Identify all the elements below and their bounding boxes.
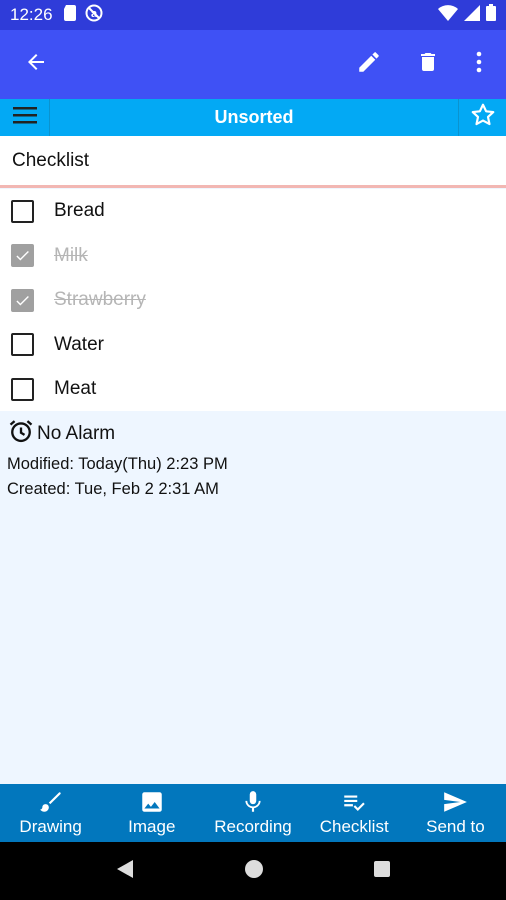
image-button[interactable]: Image — [101, 784, 202, 842]
checklist-item-label: Water — [54, 333, 104, 355]
alarm-clock-icon — [7, 417, 35, 451]
delete-trash-icon — [416, 49, 440, 80]
created-date: Created: Tue, Feb 2 2:31 AM — [7, 480, 219, 498]
checklist-item-label: Strawberry — [54, 289, 146, 311]
sd-card-icon — [63, 4, 77, 26]
battery-icon — [486, 4, 496, 26]
star-outline-icon — [470, 102, 496, 133]
more-options-button[interactable] — [451, 30, 506, 99]
wifi-icon — [438, 4, 458, 26]
edit-pencil-icon — [356, 49, 382, 80]
system-nav-bar — [0, 842, 506, 900]
send-to-button[interactable]: Send to — [405, 784, 506, 842]
checkbox[interactable] — [11, 333, 34, 357]
checklist-item[interactable]: Bread — [0, 189, 506, 234]
image-label: Image — [128, 817, 176, 836]
note-info: No Alarm Modified: Today(Thu) 2:23 PM Cr… — [0, 411, 506, 784]
recording-button[interactable]: Recording — [202, 784, 303, 842]
edit-button[interactable] — [341, 30, 397, 99]
checklist-item-label: Milk — [54, 244, 88, 266]
checklist: Bread Milk Strawberry Water Meat — [0, 189, 506, 411]
signal-icon — [464, 4, 480, 26]
drawing-button[interactable]: Drawing — [0, 784, 101, 842]
back-arrow-icon — [24, 50, 48, 79]
recording-label: Recording — [214, 817, 292, 836]
checkbox[interactable] — [11, 244, 34, 268]
status-time: 12:26 — [10, 5, 53, 24]
modified-date: Modified: Today(Thu) 2:23 PM — [7, 455, 228, 473]
alarm-label: No Alarm — [37, 423, 116, 444]
checklist-item[interactable]: Strawberry — [0, 278, 506, 323]
checklist-item[interactable]: Milk — [0, 234, 506, 279]
menu-button[interactable] — [0, 99, 50, 136]
checkmark-icon — [16, 251, 29, 261]
checklist-item[interactable]: Water — [0, 323, 506, 368]
checkbox[interactable] — [11, 288, 34, 312]
drawing-label: Drawing — [19, 817, 82, 836]
alarm-row[interactable]: No Alarm — [7, 419, 499, 449]
status-bar: 12:26 a — [0, 0, 506, 30]
checkbox[interactable] — [11, 377, 34, 401]
checklist-button[interactable]: Checklist — [304, 784, 405, 842]
nav-recents-icon[interactable] — [373, 860, 391, 883]
checklist-item[interactable]: Meat — [0, 367, 506, 412]
category-title[interactable]: Unsorted — [50, 107, 458, 128]
image-icon — [139, 789, 165, 815]
bottom-toolbar: Drawing Image Recording Checklist Send t… — [0, 784, 506, 842]
nav-back-icon[interactable] — [115, 858, 135, 885]
send-to-label: Send to — [426, 817, 485, 836]
favorite-button[interactable] — [458, 99, 506, 136]
checklist-item-label: Bread — [54, 200, 105, 222]
nav-home-icon[interactable] — [244, 859, 264, 884]
checklist-icon — [340, 789, 368, 815]
checklist-label: Checklist — [319, 817, 389, 836]
checkmark-icon — [16, 295, 29, 306]
app-bar — [0, 30, 506, 99]
microphone-icon — [240, 789, 266, 815]
no-disturb-icon: a — [85, 4, 103, 27]
checklist-item-label: Meat — [54, 378, 97, 400]
back-button[interactable] — [8, 30, 64, 99]
checkbox[interactable] — [11, 199, 34, 223]
brush-icon — [38, 789, 64, 815]
note-title-field[interactable]: Checklist — [0, 136, 506, 188]
more-vert-icon — [475, 50, 483, 79]
hamburger-menu-icon — [12, 106, 37, 129]
category-bar: Unsorted — [0, 99, 506, 136]
send-icon — [441, 789, 469, 815]
delete-button[interactable] — [400, 30, 456, 99]
note-title: Checklist — [12, 149, 90, 171]
